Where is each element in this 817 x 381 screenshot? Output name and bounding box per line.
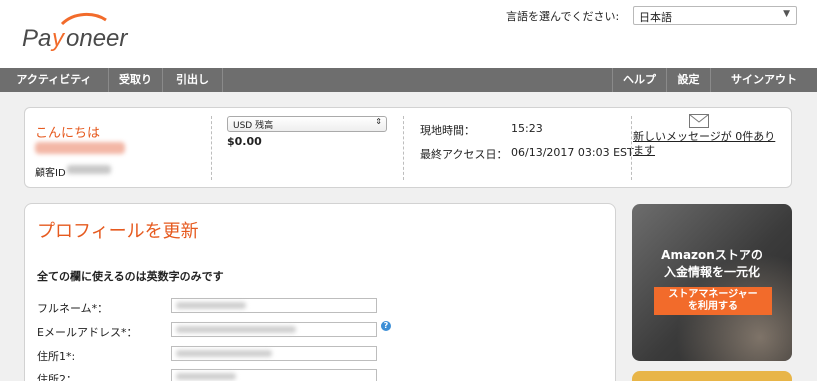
envelope-icon[interactable] (689, 114, 709, 128)
profile-title: プロフィールを更新 (37, 221, 199, 242)
profile-note: 全ての欄に使えるのは英数字のみです (37, 270, 224, 283)
svg-text:y: y (50, 25, 66, 52)
balance-amount: $0.00 (227, 135, 262, 148)
banner-headline-1: Amazonストアの (661, 248, 763, 262)
chevron-down-icon: ▼ (783, 9, 790, 19)
language-select-value: 日本語 (639, 11, 672, 24)
profile-update-panel: プロフィールを更新 全ての欄に使えるのは英数字のみです フルネーム*： Eメール… (24, 203, 616, 381)
store-manager-button-line1: ストアマネージャー (668, 289, 758, 300)
divider (211, 116, 212, 180)
nav-receive[interactable]: 受取り (109, 68, 163, 92)
nav-sign-out[interactable]: サインアウト (710, 68, 817, 92)
secondary-banner[interactable] (632, 371, 792, 381)
account-summary: こんにちは 顧客ID USD 残高 ⇕ $0.00 現地時間： 15:23 最終… (24, 107, 792, 188)
current-time-value: 15:23 (511, 122, 543, 135)
email-label: Eメールアドレス*： (37, 326, 138, 339)
address2-label: 住所2： (37, 373, 77, 381)
payoneer-logo[interactable]: Pa y oneer (22, 10, 152, 58)
full-name-field[interactable] (171, 298, 377, 313)
banner-headline-2: 入金情報を一元化 (663, 265, 760, 279)
language-label: 言語を選んでください: (506, 10, 620, 23)
nav-settings[interactable]: 設定 (666, 68, 710, 92)
chevron-updown-icon: ⇕ (375, 117, 382, 126)
last-access-label: 最終アクセス日： (420, 148, 508, 161)
last-access-value: 06/13/2017 03:03 EST (511, 146, 634, 159)
address1-field[interactable] (171, 346, 377, 361)
customer-name-redacted (35, 142, 125, 154)
divider (403, 116, 404, 180)
customer-id-label: 顧客ID (35, 168, 66, 179)
divider (631, 116, 632, 180)
main-nav: アクティビティ 受取り 引出し ヘルプ 設定 サインアウト (0, 68, 817, 92)
store-manager-button-line2: を利用する (688, 301, 738, 312)
greeting: こんにちは (35, 126, 101, 141)
store-manager-button[interactable]: ストアマネージャー を利用する (654, 287, 772, 315)
svg-text:oneer: oneer (66, 25, 128, 52)
address1-label: 住所1*: (37, 350, 76, 363)
nav-withdraw[interactable]: 引出し (163, 68, 223, 92)
new-messages-link[interactable]: 新しいメッセージが 0件あります (633, 130, 778, 158)
nav-activity[interactable]: アクティビティ (0, 68, 109, 92)
current-time-label: 現地時間： (420, 124, 475, 137)
balance-select-value: USD 残高 (233, 121, 274, 131)
nav-help[interactable]: ヘルプ (612, 68, 666, 92)
email-field[interactable] (171, 322, 377, 337)
banner-photo (632, 204, 792, 361)
balance-select[interactable]: USD 残高 ⇕ (227, 116, 387, 132)
help-icon[interactable]: ? (381, 321, 391, 331)
amazon-store-banner[interactable]: Amazonストアの 入金情報を一元化 ストアマネージャー を利用する (632, 204, 792, 361)
header: Pa y oneer 言語を選んでください: 日本語 ▼ (0, 0, 817, 68)
full-name-label: フルネーム*： (37, 302, 109, 315)
address2-field[interactable] (171, 369, 377, 381)
customer-id-redacted (67, 165, 111, 174)
svg-text:Pa: Pa (22, 25, 51, 52)
language-select[interactable]: 日本語 ▼ (633, 6, 797, 25)
